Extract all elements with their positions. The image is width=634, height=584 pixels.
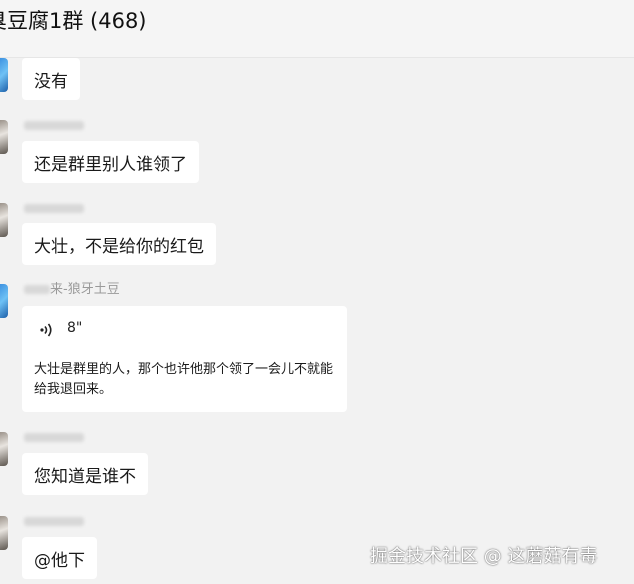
avatar[interactable]: [0, 120, 8, 154]
message-text: 大壮，不是给你的红包: [34, 237, 204, 257]
voice-transcript: 大壮是群里的人，那个也许他那个领了一会儿不就能给我退回来。: [34, 362, 334, 397]
message-text: 您知道是谁不: [34, 467, 136, 487]
message-bubble[interactable]: @他下: [22, 537, 97, 579]
voice-duration: 8": [67, 320, 83, 336]
message-bubble[interactable]: 大壮，不是给你的红包: [22, 223, 216, 265]
sender-name: [24, 201, 84, 217]
avatar[interactable]: [0, 284, 8, 318]
sender-name: 来-狼牙土豆: [24, 282, 120, 298]
chat-title: 臭豆腐1群 (468): [0, 9, 147, 33]
chat-header: 臭豆腐1群 (468): [0, 0, 634, 58]
watermark: 掘金技术社区 @ 这蘑菇有毒: [370, 546, 598, 567]
avatar[interactable]: [0, 58, 8, 92]
voice-wave-icon[interactable]: [40, 322, 54, 342]
avatar[interactable]: [0, 516, 8, 550]
message-list[interactable]: 没有 还是群里别人谁领了 大壮，不是给你的红包 来-狼牙土豆 8" 大壮是群里的…: [0, 58, 634, 584]
message-text: 没有: [34, 72, 68, 92]
avatar[interactable]: [0, 432, 8, 466]
sender-name-text: 来-狼牙土豆: [50, 282, 120, 297]
message-bubble[interactable]: 还是群里别人谁领了: [22, 141, 199, 183]
voice-message-bubble[interactable]: 8" 大壮是群里的人，那个也许他那个领了一会儿不就能给我退回来。: [22, 306, 347, 412]
sender-name: [24, 514, 84, 530]
message-bubble[interactable]: 没有: [22, 58, 80, 100]
message-text: 还是群里别人谁领了: [34, 155, 187, 175]
message-bubble[interactable]: 您知道是谁不: [22, 453, 148, 495]
sender-name: [24, 118, 84, 134]
avatar[interactable]: [0, 203, 8, 237]
sender-name: [24, 430, 84, 446]
message-text: @他下: [34, 551, 85, 571]
